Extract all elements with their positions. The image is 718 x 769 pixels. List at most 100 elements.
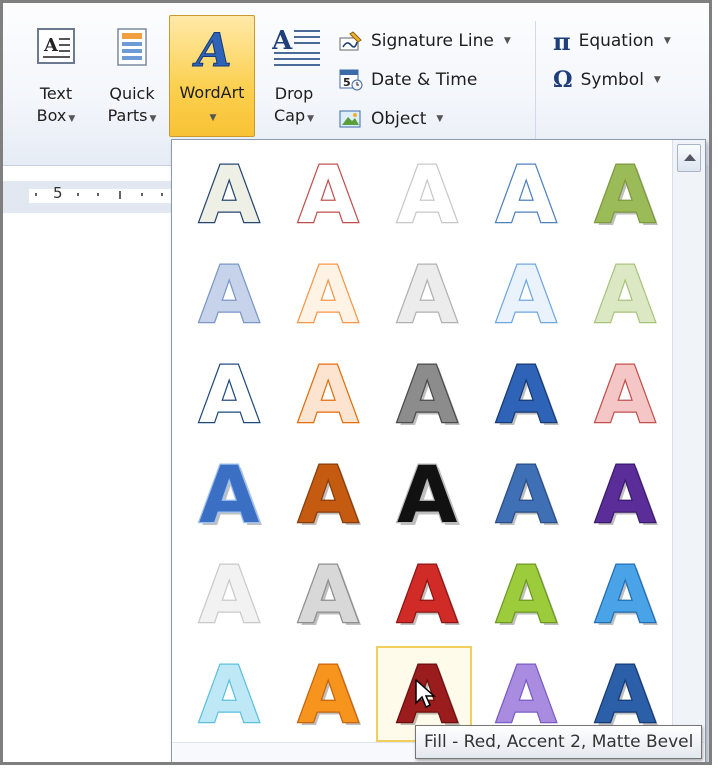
wordart-glyph: A <box>297 250 360 343</box>
group-separator <box>535 21 536 139</box>
wordart-glyph: AA <box>297 450 362 544</box>
signature-line-button[interactable]: Signature Line ▼ <box>339 25 511 57</box>
wordart-style-26[interactable]: A <box>178 646 274 743</box>
wordart-glyph: AA <box>495 450 560 544</box>
document-page[interactable] <box>3 213 173 762</box>
drop-cap-icon: A <box>271 25 320 73</box>
wordart-style-6[interactable]: A <box>178 246 274 343</box>
wordart-style-14[interactable]: AA <box>475 346 571 444</box>
chevron-down-icon: ▼ <box>436 114 444 124</box>
wordart-glyph: AA <box>297 550 362 644</box>
wordart-style-3[interactable]: A <box>376 146 472 243</box>
wordart-icon: A <box>190 23 234 78</box>
svg-text:A: A <box>496 551 556 641</box>
drop-cap-label-2: Cap <box>273 106 306 125</box>
svg-text:A: A <box>496 351 556 441</box>
style-tooltip: Fill - Red, Accent 2, Matte Bevel <box>415 725 703 759</box>
chevron-down-icon: ▼ <box>663 36 671 46</box>
chevron-down-icon: ▼ <box>307 114 315 124</box>
wordart-style-10[interactable]: A <box>574 246 670 343</box>
wordart-glyph: A <box>495 650 558 743</box>
object-label: Object <box>371 109 427 129</box>
wordart-style-2[interactable]: A <box>277 146 373 243</box>
svg-text:A: A <box>595 451 655 541</box>
wordart-style-8[interactable]: A <box>376 246 472 343</box>
svg-text:A: A <box>595 151 655 241</box>
svg-text:A: A <box>298 451 358 541</box>
text-box-label-2: Box <box>36 106 67 125</box>
mouse-cursor-icon <box>415 678 437 715</box>
wordart-style-18[interactable]: AA <box>376 446 472 544</box>
date-time-button[interactable]: 5 Date & Time <box>339 64 477 96</box>
svg-text:A: A <box>199 651 259 741</box>
quick-parts-button[interactable]: Quick Parts ▼ <box>99 17 165 139</box>
wordart-glyph: AA <box>594 150 659 244</box>
scroll-up-button[interactable] <box>677 144 701 172</box>
chevron-down-icon: ▼ <box>149 114 157 124</box>
wordart-style-1[interactable]: A <box>178 146 274 243</box>
drop-cap-label-1: Drop <box>274 84 314 103</box>
wordart-style-4[interactable]: A <box>475 146 571 243</box>
wordart-style-9[interactable]: A <box>475 246 571 343</box>
wordart-style-13[interactable]: AA <box>376 346 472 444</box>
wordart-style-11[interactable]: A <box>178 346 274 443</box>
wordart-style-23[interactable]: AA <box>376 546 472 644</box>
svg-text:A: A <box>397 351 457 441</box>
object-icon <box>339 108 363 130</box>
wordart-glyph: A <box>198 350 261 443</box>
text-box-label-1: Text <box>39 84 73 103</box>
date-time-icon: 5 <box>339 69 363 91</box>
object-button[interactable]: Object ▼ <box>339 103 443 135</box>
svg-text:A: A <box>496 251 556 341</box>
svg-text:A: A <box>192 24 232 72</box>
wordart-style-12[interactable]: A <box>277 346 373 443</box>
chevron-down-icon: ▼ <box>653 75 661 85</box>
date-time-label: Date & Time <box>371 70 478 90</box>
symbol-button[interactable]: Ω Symbol ▼ <box>553 64 661 96</box>
wordart-glyph: A <box>198 550 261 643</box>
drop-cap-button[interactable]: A Drop Cap ▼ <box>263 17 325 139</box>
svg-text:A: A <box>43 35 59 56</box>
wordart-glyph: A <box>495 150 558 243</box>
symbol-label: Symbol <box>580 70 644 90</box>
wordart-style-5[interactable]: AA <box>574 146 670 244</box>
svg-text:A: A <box>199 451 259 541</box>
gallery-scrollbar[interactable] <box>672 140 705 762</box>
chevron-down-icon: ▼ <box>68 114 76 124</box>
text-box-icon: A <box>34 25 78 73</box>
wordart-style-15[interactable]: A <box>574 346 670 443</box>
wordart-glyph: A <box>198 150 261 243</box>
wordart-style-22[interactable]: AA <box>277 546 373 644</box>
wordart-style-27[interactable]: AA <box>277 646 373 744</box>
svg-text:A: A <box>199 351 259 441</box>
svg-text:A: A <box>595 351 655 441</box>
wordart-glyph: A <box>198 650 261 743</box>
wordart-glyph: AA <box>396 450 461 544</box>
text-box-button[interactable]: A Text Box ▼ <box>21 17 91 139</box>
equation-button[interactable]: π Equation ▼ <box>553 25 671 57</box>
wordart-style-17[interactable]: AA <box>277 446 373 544</box>
wordart-glyph: AA <box>495 550 560 644</box>
wordart-style-20[interactable]: AA <box>574 446 670 544</box>
chevron-down-icon: ▼ <box>209 113 217 123</box>
wordart-style-16[interactable]: AA <box>178 446 274 544</box>
horizontal-ruler[interactable]: 5 <box>3 181 173 214</box>
wordart-glyph: A <box>297 350 360 443</box>
svg-text:A: A <box>298 351 358 441</box>
svg-text:A: A <box>298 651 358 741</box>
chevron-down-icon: ▼ <box>503 36 511 46</box>
svg-text:A: A <box>199 151 259 241</box>
wordart-style-25[interactable]: AA <box>574 546 670 644</box>
wordart-glyph: A <box>594 250 657 343</box>
wordart-glyph: AA <box>495 350 560 444</box>
wordart-style-19[interactable]: AA <box>475 446 571 544</box>
wordart-button[interactable]: A WordArt ▼ <box>169 15 255 137</box>
wordart-style-7[interactable]: A <box>277 246 373 343</box>
svg-text:A: A <box>298 251 358 341</box>
wordart-glyph: AA <box>297 650 362 744</box>
wordart-style-24[interactable]: AA <box>475 546 571 644</box>
wordart-style-21[interactable]: A <box>178 546 274 643</box>
wordart-glyph: AA <box>594 550 659 644</box>
svg-text:A: A <box>595 551 655 641</box>
wordart-label: WordArt <box>179 83 245 102</box>
